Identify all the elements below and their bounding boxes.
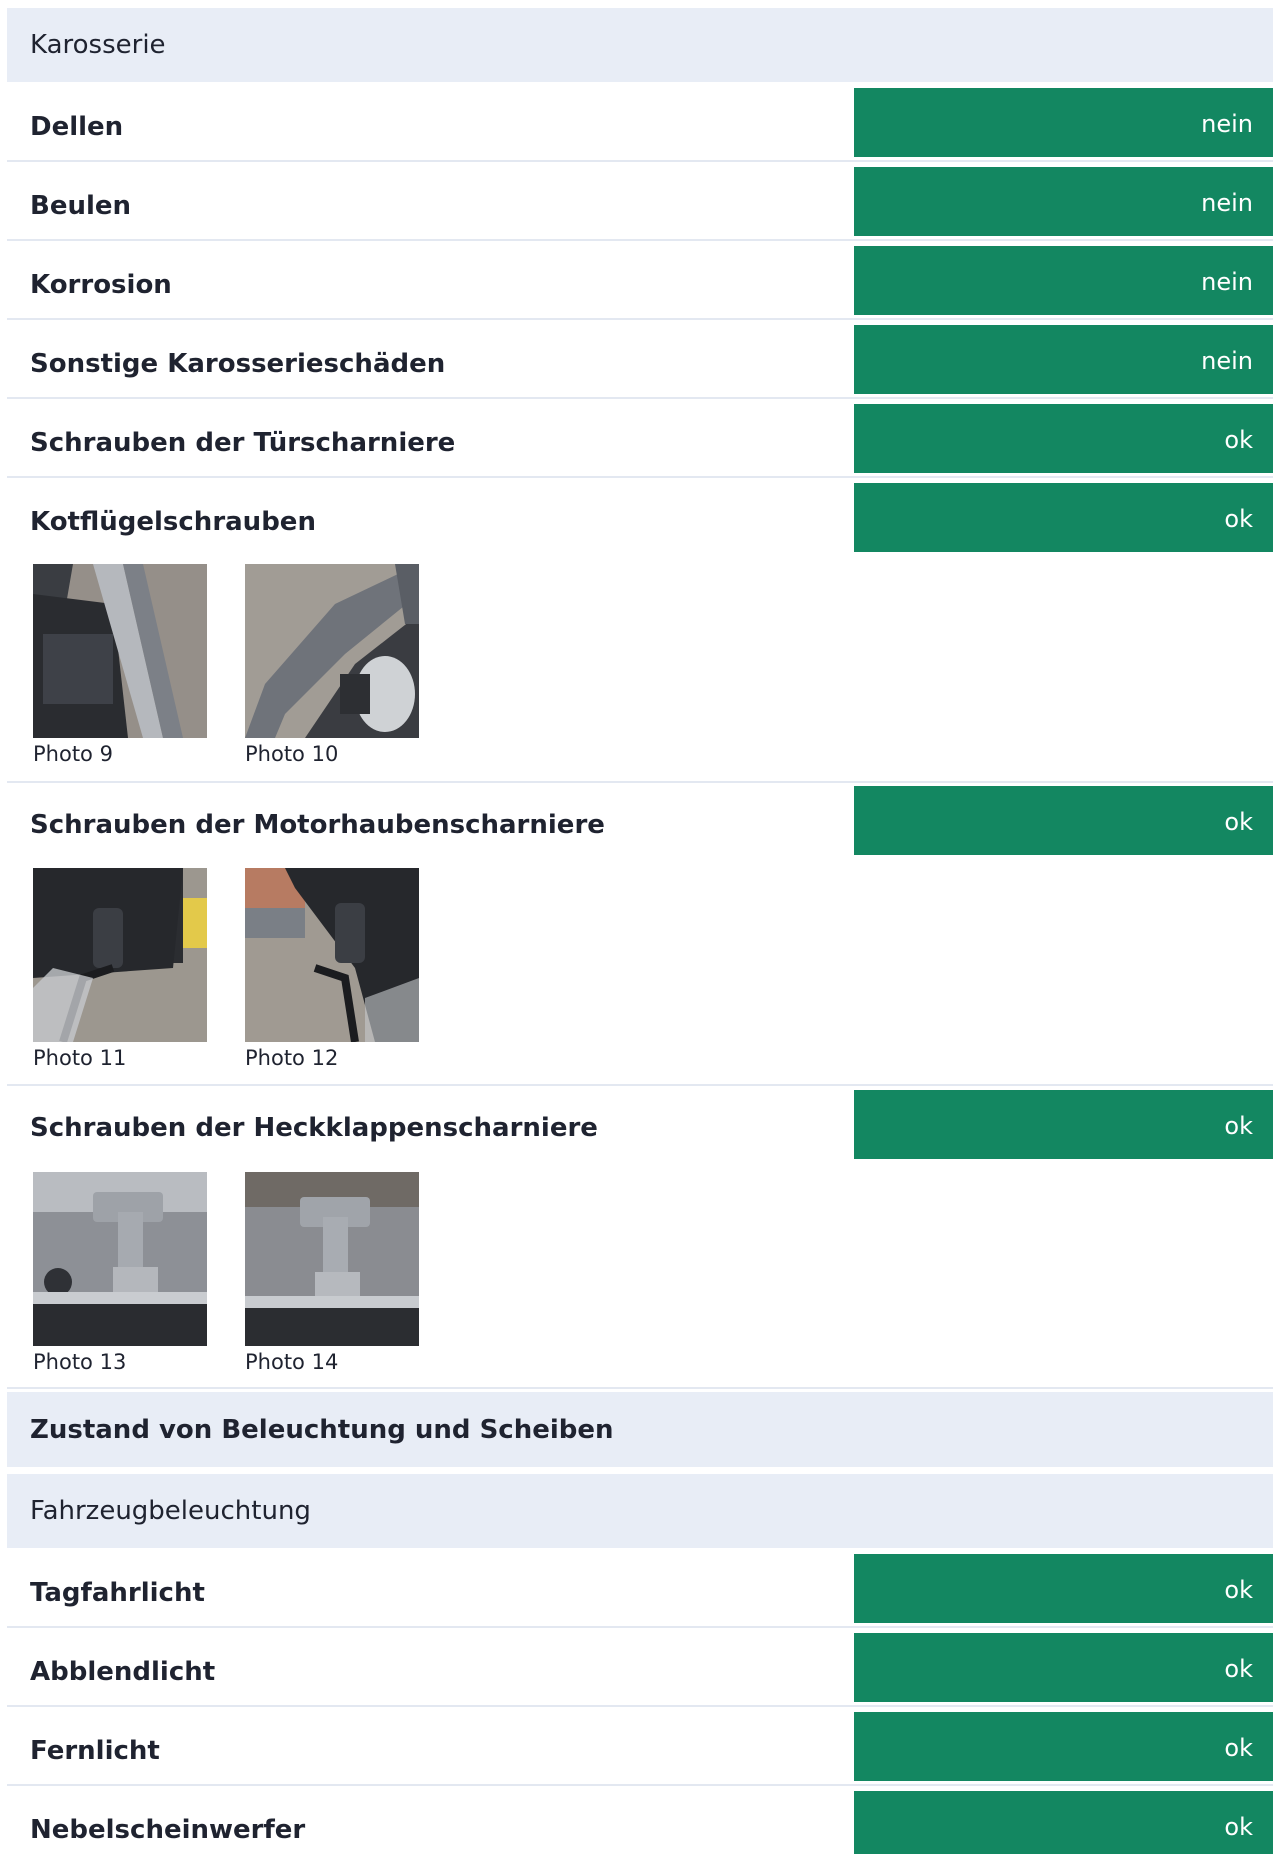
inspection-row-sonstige: Sonstige Karosserieschäden nein (7, 323, 1273, 399)
tailgate-hinge-photo[interactable] (245, 1172, 419, 1346)
inspection-row-kotfluegel: Kotflügelschrauben ok Photo 9 Photo 10 (7, 481, 1273, 783)
inspection-row-beulen: Beulen nein (7, 165, 1273, 241)
section-header-fahrzeugbeleuchtung: Fahrzeugbeleuchtung (7, 1474, 1273, 1548)
row-label: Kotflügelschrauben (30, 507, 316, 537)
inspection-row-tagfahrlicht: Tagfahrlicht ok (7, 1552, 1273, 1628)
section-title: Fahrzeugbeleuchtung (30, 1496, 311, 1526)
photo-thumbnail[interactable]: Photo 12 (245, 868, 419, 1070)
section-title: Zustand von Beleuchtung und Scheiben (30, 1414, 614, 1445)
row-label: Dellen (30, 112, 124, 142)
row-label: Korrosion (30, 270, 172, 300)
photo-thumbnail[interactable]: Photo 14 (245, 1172, 419, 1374)
status-badge: nein (854, 325, 1273, 394)
row-label: Schrauben der Türscharniere (30, 428, 456, 458)
inspection-row-motorhaube: Schrauben der Motorhaubenscharniere ok P… (7, 786, 1273, 1086)
row-label: Schrauben der Motorhaubenscharniere (30, 810, 605, 840)
photo-caption: Photo 11 (33, 1046, 127, 1070)
photo-caption: Photo 9 (33, 742, 113, 766)
status-badge: nein (854, 167, 1273, 236)
photo-thumbnail[interactable]: Photo 9 (33, 564, 207, 766)
photo-thumbnail[interactable]: Photo 11 (33, 868, 207, 1070)
row-label: Abblendlicht (30, 1657, 216, 1687)
hood-hinge-photo[interactable] (33, 868, 207, 1042)
status-badge: ok (854, 1090, 1273, 1159)
status-badge: ok (854, 1554, 1273, 1623)
row-label: Nebelscheinwerfer (30, 1815, 306, 1845)
photo-caption: Photo 10 (245, 742, 339, 766)
engine-bay-photo[interactable] (33, 564, 207, 738)
inspection-row-fernlicht: Fernlicht ok (7, 1710, 1273, 1786)
hood-hinge-photo[interactable] (245, 868, 419, 1042)
photo-thumbnail[interactable]: Photo 10 (245, 564, 419, 766)
inspection-row-heckklappe: Schrauben der Heckklappenscharniere ok P… (7, 1089, 1273, 1389)
inspection-row-dellen: Dellen nein (7, 86, 1273, 162)
inspection-row-tuerscharniere: Schrauben der Türscharniere ok (7, 402, 1273, 478)
inspection-report: Karosserie Dellen nein Beulen nein Korro… (0, 0, 1274, 1854)
photo-caption: Photo 13 (33, 1350, 127, 1374)
photo-thumbnail[interactable]: Photo 13 (33, 1172, 207, 1374)
status-badge: ok (854, 404, 1273, 473)
row-label: Beulen (30, 191, 132, 221)
tailgate-hinge-photo[interactable] (33, 1172, 207, 1346)
status-badge: ok (854, 483, 1273, 552)
status-badge: ok (854, 1712, 1273, 1781)
engine-bay-photo[interactable] (245, 564, 419, 738)
section-header-zustand: Zustand von Beleuchtung und Scheiben (7, 1392, 1273, 1467)
row-label: Sonstige Karosserieschäden (30, 349, 446, 379)
row-label: Schrauben der Heckklappenscharniere (30, 1113, 598, 1143)
status-badge: nein (854, 246, 1273, 315)
photo-caption: Photo 14 (245, 1350, 339, 1374)
inspection-row-nebelscheinwerfer: Nebelscheinwerfer ok (7, 1789, 1273, 1854)
row-label: Tagfahrlicht (30, 1578, 205, 1608)
status-badge: nein (854, 88, 1273, 157)
inspection-row-korrosion: Korrosion nein (7, 244, 1273, 320)
inspection-row-abblendlicht: Abblendlicht ok (7, 1631, 1273, 1707)
status-badge: ok (854, 1633, 1273, 1702)
status-badge: ok (854, 786, 1273, 855)
section-header-karosserie: Karosserie (7, 8, 1273, 82)
photo-caption: Photo 12 (245, 1046, 339, 1070)
status-badge: ok (854, 1791, 1273, 1854)
section-title: Karosserie (30, 30, 166, 60)
row-label: Fernlicht (30, 1736, 160, 1766)
